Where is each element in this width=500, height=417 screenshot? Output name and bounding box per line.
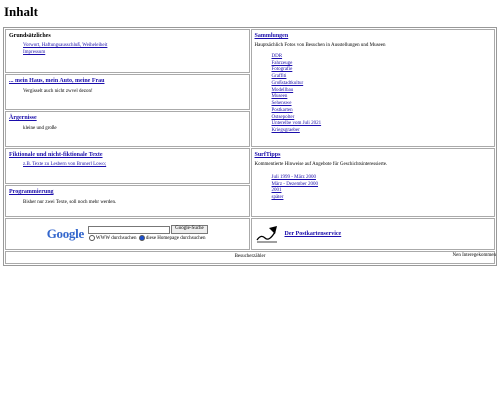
right-note: Nen Interegekommen <box>452 253 496 258</box>
cell-programmierung: Programmierung Bisher nur zwei Texte, so… <box>5 185 250 217</box>
footer-counter: Besucherzähler <box>5 251 495 264</box>
cell-postkarten: Der Postkartenservice <box>250 218 495 250</box>
link-kriegsgraeber[interactable]: Kriegsgraeber <box>272 128 492 135</box>
link-surf-2001[interactable]: 2001 <box>272 188 492 195</box>
haus-heading[interactable]: ... mein Haus, mein Auto, meine Frau <box>9 77 246 85</box>
google-logo-text: Google <box>46 226 85 242</box>
link-surf-spaeter[interactable]: später <box>272 195 492 202</box>
cell-haus: ... mein Haus, mein Auto, meine Frau Ver… <box>5 74 250 110</box>
google-search-form: Google-Suche WWW durchsuchen diese Homep… <box>87 225 208 242</box>
sammlungen-heading[interactable]: Sammlungen <box>255 32 492 40</box>
programmierung-heading[interactable]: Programmierung <box>9 188 246 196</box>
haus-desc: Vergisselt auch nicht zwvel dezon! <box>23 89 93 95</box>
link-texte[interactable]: z.B. Texte zu Lesbern von Brunerl Lowo; <box>23 162 246 169</box>
link-fahrzeuge[interactable]: Fahrzeuge <box>272 61 492 68</box>
radio-site-label: diese Homepage durchsuchen <box>145 235 206 241</box>
radio-site[interactable] <box>138 234 145 241</box>
cell-surftipps: SurfTipps Kommentierte Hinweise auf Ange… <box>250 148 495 217</box>
link-unterelbe[interactable]: Unterelbe vom Juli 2021 <box>272 121 492 128</box>
link-ostsepolter[interactable]: Ostsepolter <box>272 115 492 122</box>
footer-text: Besucherzähler <box>234 254 266 259</box>
cell-google-search: Google Google-Suche WWW durchsuchen dies… <box>5 218 250 250</box>
cell-sammlungen: Sammlungen Hauptsächlich Fotos von Besuc… <box>250 29 495 147</box>
link-impressum[interactable]: Impressum <box>23 50 246 57</box>
pen-writing-icon <box>255 226 277 243</box>
grundsaetzliches-heading: Grundsätzliches <box>9 33 51 39</box>
link-fotografie[interactable]: Fotografie <box>272 67 492 74</box>
texte-heading[interactable]: Fiktionale und nicht-fiktionale Texte <box>9 151 246 159</box>
link-vorwort[interactable]: Vorwort, Haftungsausschluß, Weiheleiheit <box>23 43 246 50</box>
link-museen[interactable]: Museen <box>272 94 492 101</box>
link-surf-2000[interactable]: März - Dezember 2000 <box>272 182 492 189</box>
link-surf-1999[interactable]: Juli 1999 - März 2000 <box>272 175 492 182</box>
link-postkarten[interactable]: Postkarten <box>272 108 492 115</box>
programmierung-desc: Bisher nur zwei Texte, soll noch mehr we… <box>23 200 117 206</box>
link-ddr[interactable]: DDR <box>272 54 492 61</box>
aergernisse-heading[interactable]: Ärgernisse <box>9 114 246 122</box>
content-grid: Grundsätzliches Vorwort, Haftungsausschl… <box>3 27 497 266</box>
cell-grundsaetzliches: Grundsätzliches Vorwort, Haftungsausschl… <box>5 29 250 73</box>
link-grossstadtkultur[interactable]: Großstadtkultur <box>272 81 492 88</box>
cell-texte: Fiktionale und nicht-fiktionale Texte z.… <box>5 148 250 184</box>
surftipps-desc: Kommentierte Hinweise auf Angebote für G… <box>254 162 388 168</box>
google-search-button[interactable]: Google-Suche <box>171 225 208 235</box>
google-search-input[interactable] <box>87 225 170 234</box>
surftipps-heading[interactable]: SurfTipps <box>255 151 492 159</box>
cell-aergernisse: Ärgernisse kleine und große <box>5 111 250 147</box>
aergernisse-desc: kleine und große <box>23 126 57 132</box>
sammlungen-desc: Hauptsächlich Fotos von Besuchen in Auss… <box>254 43 386 49</box>
link-sehenswe[interactable]: Sehenswe <box>272 101 492 108</box>
link-modellbau[interactable]: Modellbau <box>272 88 492 95</box>
google-logo: Google <box>46 225 85 243</box>
link-graffiti[interactable]: Graffiti <box>272 74 492 81</box>
page-title: Inhalt <box>4 4 38 19</box>
radio-www-label: WWW durchsuchen <box>95 235 137 241</box>
radio-www[interactable] <box>88 234 95 241</box>
postkarten-heading[interactable]: Der Postkartenservice <box>285 230 342 238</box>
